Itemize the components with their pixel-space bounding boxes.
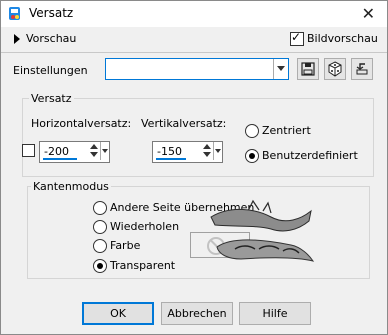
radio-andere-seite[interactable]	[93, 201, 107, 215]
expand-triangle-icon[interactable]	[14, 34, 20, 44]
radio-benutzerdefiniert[interactable]	[245, 149, 259, 163]
arrow-up-icon[interactable]	[90, 144, 98, 149]
vertical-offset-spinner[interactable]: -150	[152, 141, 223, 163]
focus-underline	[43, 158, 77, 160]
radio-transparent-label[interactable]: Transparent	[110, 259, 175, 272]
chevron-down-icon	[277, 66, 285, 71]
preview-toggle-label[interactable]: Vorschau	[26, 32, 76, 45]
randomize-button[interactable]	[324, 58, 346, 80]
mermaid-watermark-image	[210, 199, 315, 262]
horizontal-offset-value: -200	[44, 145, 69, 158]
versatz-dialog: Versatz ✕ Vorschau Bildvorschau Einstell…	[0, 0, 388, 335]
close-icon[interactable]: ✕	[362, 4, 375, 23]
radio-farbe[interactable]	[93, 239, 107, 253]
reset-icon	[356, 63, 368, 75]
window-title: Versatz	[29, 6, 74, 20]
kantenmodus-legend: Kantenmodus	[31, 180, 111, 193]
save-icon	[301, 62, 315, 76]
radio-wiederholen-label[interactable]: Wiederholen	[110, 220, 179, 233]
arrow-down-icon[interactable]	[203, 152, 211, 157]
presets-combobox[interactable]	[105, 58, 289, 80]
radio-zentriert[interactable]	[245, 124, 259, 138]
focus-underline	[156, 158, 186, 160]
ok-button[interactable]: OK	[82, 302, 154, 325]
horizontal-offset-label: Horizontalversatz:	[31, 117, 132, 130]
arrow-up-icon[interactable]	[203, 144, 211, 149]
reset-button[interactable]	[351, 58, 373, 80]
versatz-legend: Versatz	[29, 92, 74, 105]
vertical-offset-label: Vertikalversatz:	[141, 117, 227, 130]
radio-farbe-label[interactable]: Farbe	[110, 239, 140, 252]
bildvorschau-checkbox[interactable]	[290, 30, 304, 46]
presets-dropdown-button[interactable]	[273, 59, 288, 79]
vertical-dropdown-button[interactable]	[213, 142, 222, 160]
vertical-stepper[interactable]	[202, 143, 212, 159]
title-bar: Versatz ✕	[1, 1, 387, 27]
chevron-down-icon	[215, 149, 221, 153]
cancel-button[interactable]: Abbrechen	[161, 302, 233, 325]
save-preset-button[interactable]	[297, 58, 319, 80]
arrow-down-icon[interactable]	[90, 152, 98, 157]
horizontal-dropdown-button[interactable]	[100, 142, 109, 160]
vertical-offset-value: -150	[157, 145, 182, 158]
preview-row: Vorschau Bildvorschau	[1, 28, 387, 52]
radio-wiederholen[interactable]	[93, 220, 107, 234]
versatz-group	[22, 98, 374, 177]
radio-transparent[interactable]	[93, 259, 107, 273]
app-icon	[9, 7, 20, 20]
chevron-down-icon	[102, 149, 108, 153]
separator	[1, 52, 387, 53]
horizontal-stepper[interactable]	[89, 143, 99, 159]
bildvorschau-label[interactable]: Bildvorschau	[307, 32, 378, 45]
radio-zentriert-label[interactable]: Zentriert	[262, 124, 311, 137]
dice-icon	[328, 61, 342, 77]
radio-benutzerdefiniert-label[interactable]: Benutzerdefiniert	[262, 149, 358, 162]
presets-label: Einstellungen	[13, 64, 88, 77]
horizontal-offset-spinner[interactable]: -200	[39, 141, 110, 163]
help-button[interactable]: Hilfe	[239, 302, 311, 325]
link-offsets-checkbox[interactable]	[22, 144, 35, 157]
